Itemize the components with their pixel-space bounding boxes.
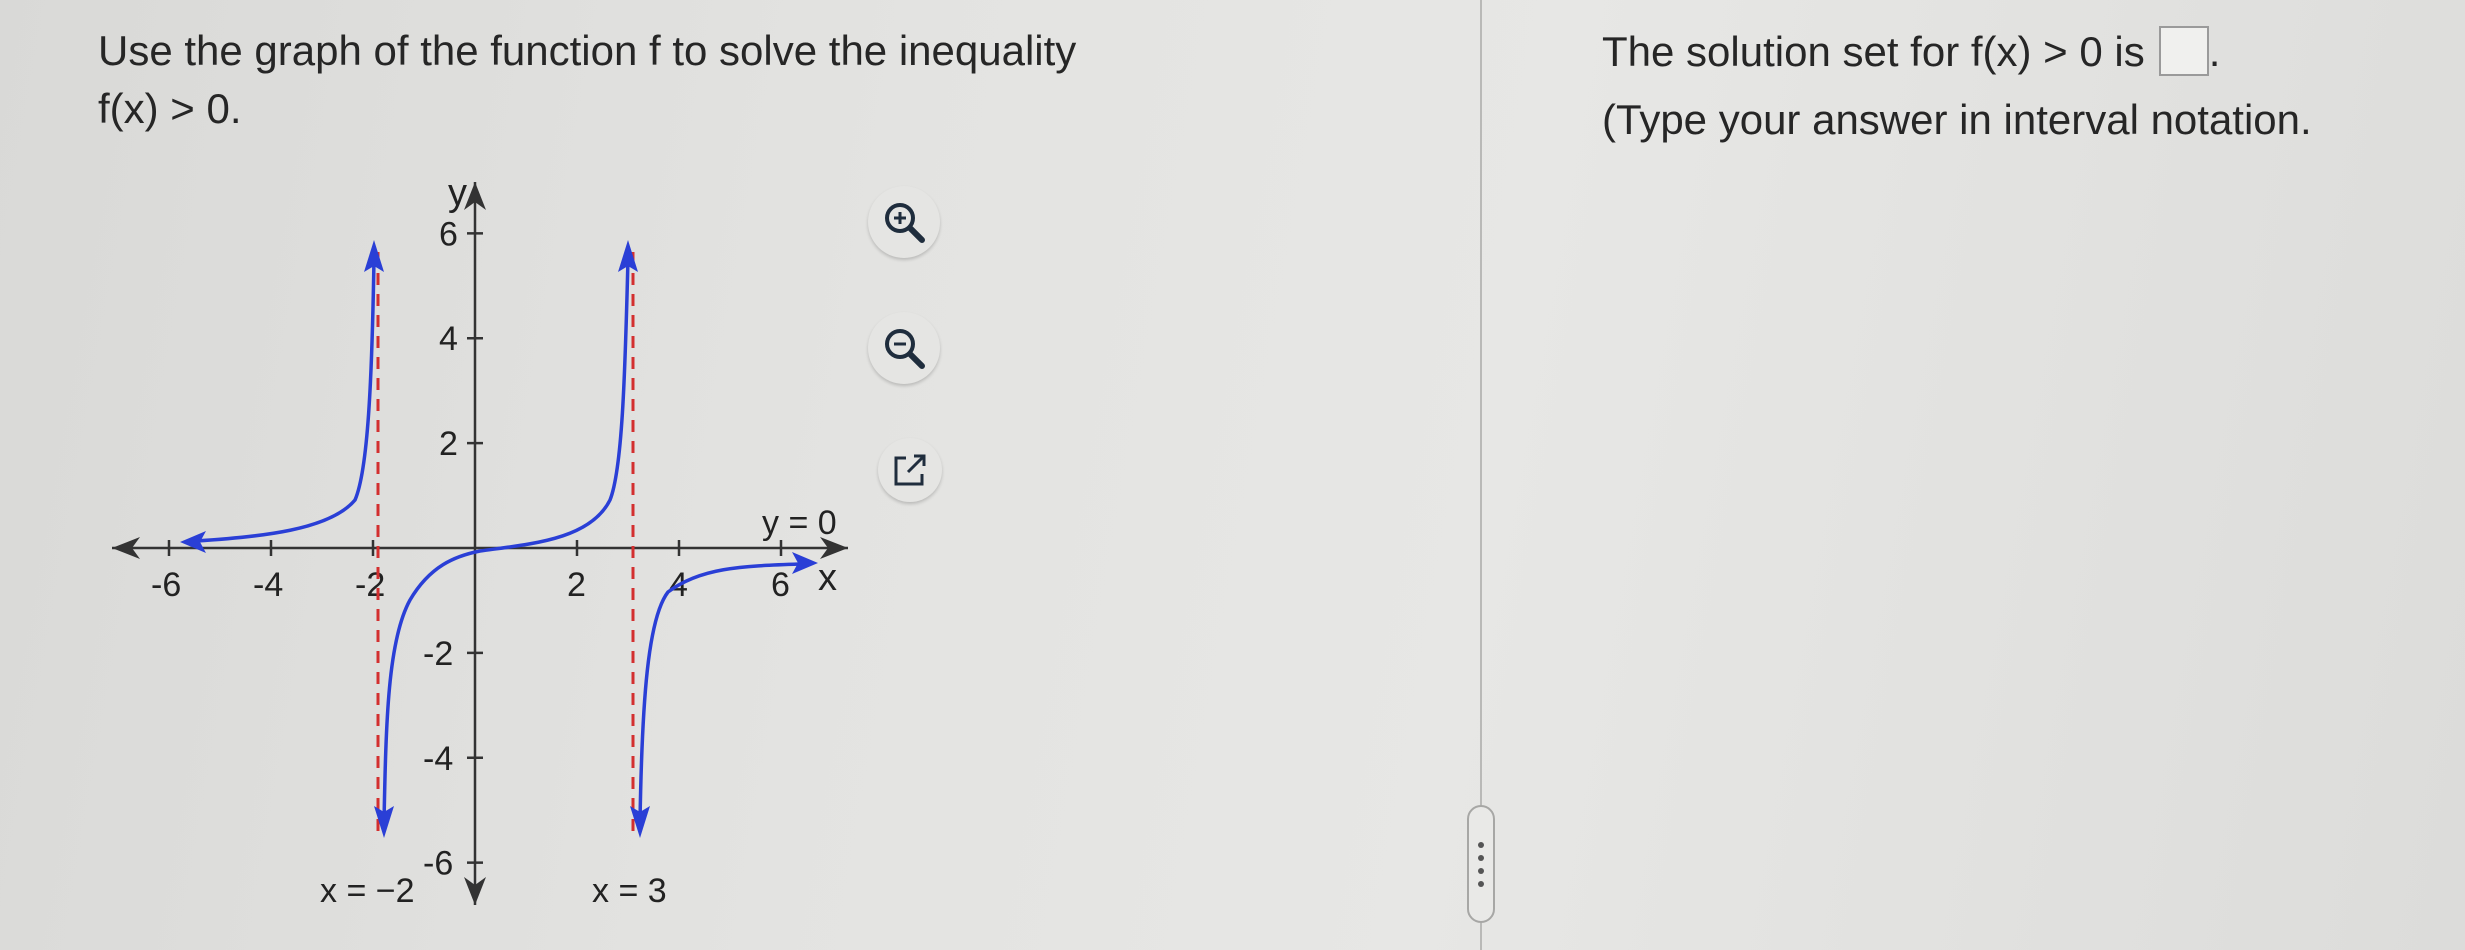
y-tick-label: 6 (439, 215, 458, 253)
x-tick-label: -6 (151, 566, 181, 604)
y-tick-label: -4 (423, 740, 453, 778)
open-external-button[interactable] (878, 438, 942, 502)
x-axis-label: x (818, 557, 837, 599)
answer-input[interactable] (2158, 26, 2209, 76)
answer-suffix: . (2208, 28, 2221, 75)
pane-resize-handle[interactable] (1467, 805, 1495, 923)
answer-prefix: The solution set for f(x) > 0 is (1602, 28, 2145, 75)
function-graph: -6 -4 -2 2 4 6 642-2-4-6 y x x = −2 x = 3 y =… (112, 172, 848, 910)
asymptote-left-label: x = −2 (320, 872, 415, 910)
zoom-in-button[interactable] (868, 186, 940, 258)
x-tick-label: 2 (567, 566, 586, 604)
answer-line: The solution set for f(x) > 0 is. (1602, 24, 2220, 80)
y-tick-label: 2 (439, 425, 458, 463)
x-tick-label: -4 (253, 566, 283, 604)
answer-pane: The solution set for f(x) > 0 is. (Type … (1500, 0, 2465, 950)
horizontal-asymptote-label: y = 0 (762, 504, 837, 542)
curve-middle-branch (382, 257, 630, 823)
asymptote-right-label: x = 3 (592, 872, 667, 910)
zoom-out-icon (885, 329, 925, 369)
y-tick-label: -6 (423, 845, 453, 883)
zoom-out-button[interactable] (868, 312, 940, 384)
answer-hint: (Type your answer in interval notation. (1602, 96, 2312, 143)
y-axis-label: y (448, 172, 467, 214)
x-tick-label: -2 (355, 566, 385, 604)
y-tick-label: 4 (439, 320, 458, 358)
y-tick-label: -2 (423, 635, 453, 673)
external-link-icon (894, 454, 926, 486)
x-tick-label: 6 (771, 566, 790, 604)
question-pane: Use the graph of the function f to solve… (0, 0, 1485, 950)
curve-left-branch (195, 257, 376, 543)
zoom-in-icon (885, 203, 925, 243)
